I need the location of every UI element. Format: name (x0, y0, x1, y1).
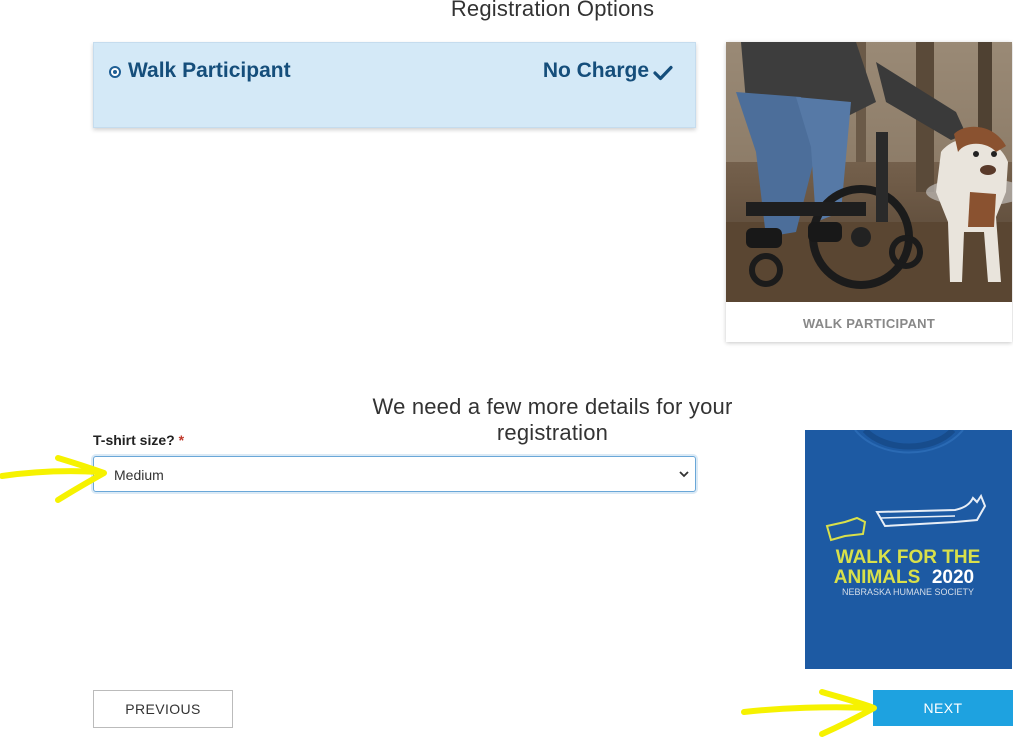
chevron-down-icon (679, 471, 689, 478)
tshirt-size-select[interactable]: Medium (93, 456, 696, 492)
option-price: No Charge (542, 59, 649, 82)
required-indicator: * (178, 432, 185, 448)
tshirt-size-value: Medium (114, 467, 164, 483)
tshirt-label-text: T-shirt size? (93, 432, 175, 448)
next-button[interactable]: NEXT (873, 690, 1013, 726)
shirt-text-line2a: ANIMALS (834, 567, 921, 588)
previous-button[interactable]: PREVIOUS (93, 690, 233, 728)
walk-participant-option[interactable]: Walk Participant No Charge (93, 42, 696, 128)
radio-selected-icon[interactable] (109, 66, 121, 78)
checkmark-icon (653, 65, 673, 81)
shirt-text-line1: WALK FOR THE (836, 547, 981, 568)
registration-options-title: Registration Options (450, 0, 655, 21)
shirt-text-line2b: 2020 (932, 567, 974, 588)
participant-caption: WALK PARTICIPANT (802, 316, 936, 331)
details-title: We need a few more details for your regi… (372, 394, 733, 445)
option-name: Walk Participant (128, 59, 291, 82)
tshirt-image: WALK FOR THE ANIMALS 2020 NEBRASKA HUMAN… (805, 430, 1012, 669)
walk-participant-card: WALK PARTICIPANT (726, 42, 1012, 342)
participant-photo (726, 42, 1012, 302)
tshirt-size-label: T-shirt size? * (93, 432, 184, 448)
shirt-text-line3: NEBRASKA HUMANE SOCIETY (842, 587, 974, 597)
annotation-arrow-left-icon (0, 455, 107, 503)
annotation-arrow-right-icon (741, 689, 877, 737)
